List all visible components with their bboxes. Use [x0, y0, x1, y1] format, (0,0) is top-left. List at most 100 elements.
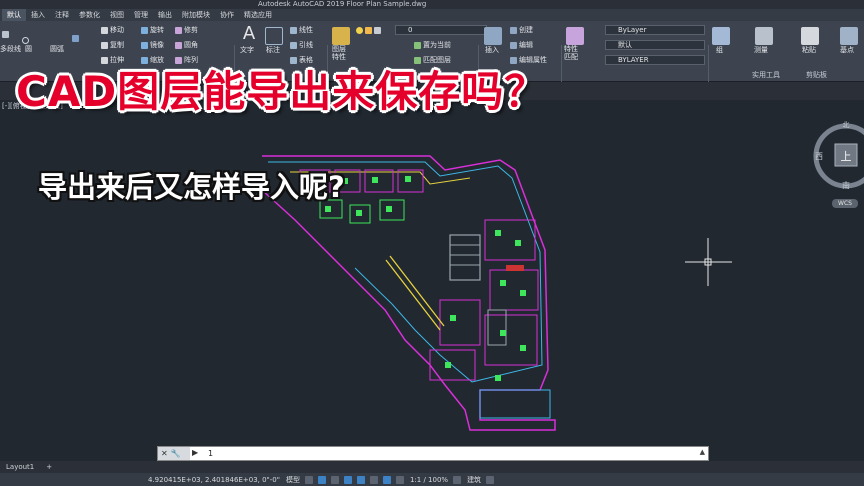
tab-7[interactable]: 附加模块 — [177, 9, 215, 21]
utilities-panel-title[interactable]: 实用工具 — [752, 70, 780, 80]
furniture — [495, 375, 501, 381]
trim-button[interactable]: 修剪 — [175, 25, 198, 35]
furniture — [520, 290, 526, 296]
command-line-controls: ✕ 🔧 — [158, 447, 190, 460]
ortho-icon[interactable] — [330, 475, 339, 484]
gear-icon[interactable] — [453, 475, 462, 484]
make-current-button[interactable]: 置为当前 — [414, 40, 451, 50]
measure-button[interactable]: 测量 — [754, 45, 768, 55]
tab-0[interactable]: 默认 — [2, 9, 26, 21]
furniture — [500, 280, 506, 286]
measure-icon — [755, 27, 773, 45]
mirror-icon — [141, 41, 148, 49]
make-current-icon — [414, 41, 421, 49]
edit-block-button[interactable]: 编辑 — [510, 40, 533, 50]
room — [364, 169, 394, 193]
furniture — [500, 330, 506, 336]
furniture — [445, 362, 451, 368]
furniture — [386, 206, 392, 212]
model-space-button[interactable]: 模型 — [286, 475, 300, 485]
osnap-icon[interactable] — [356, 475, 365, 484]
tab-6[interactable]: 输出 — [153, 9, 177, 21]
insert-button[interactable]: 插入 — [485, 45, 499, 55]
base-point-icon — [840, 27, 858, 45]
linear-icon — [290, 26, 297, 34]
mirror-button[interactable]: 镜像 — [141, 40, 164, 50]
dimension-icon — [265, 27, 283, 45]
command-line: ✕ 🔧 ▶ ▲ — [157, 446, 709, 461]
polyline-button[interactable] — [2, 29, 9, 39]
close-icon[interactable]: ✕ — [161, 449, 168, 458]
tab-9[interactable]: 精选应用 — [239, 9, 277, 21]
tab-2[interactable]: 注释 — [50, 9, 74, 21]
draw-tool-icons[interactable] — [72, 33, 79, 43]
layer-properties-icon — [332, 27, 350, 45]
room — [479, 389, 551, 419]
create-icon — [510, 26, 517, 34]
wrench-icon[interactable]: 🔧 — [171, 449, 181, 458]
room — [484, 314, 538, 366]
furniture — [405, 176, 411, 182]
create-block-button[interactable]: 创建 — [510, 25, 533, 35]
text-icon: A — [242, 23, 256, 44]
color-dropdown[interactable]: ByLayer — [605, 25, 705, 35]
title-bar: Autodesk AutoCAD 2019 Floor Plan Sample.… — [0, 0, 864, 9]
viewcube[interactable]: 上 北 西 南 — [811, 118, 864, 194]
app-title: Autodesk AutoCAD 2019 Floor Plan Sample.… — [258, 0, 427, 8]
fillet-button[interactable]: 圆角 — [175, 40, 198, 50]
room — [489, 269, 539, 311]
circle-label[interactable]: 圆 — [25, 44, 32, 54]
chevron-up-icon[interactable]: ▲ — [700, 448, 705, 456]
linetype-dropdown[interactable]: 默认 — [605, 40, 705, 50]
lock-icon — [374, 26, 381, 34]
wcs-badge[interactable]: WCS — [832, 199, 858, 208]
drawing-viewport[interactable]: [-][俯视][二维线框] — [0, 100, 864, 446]
base-point-button[interactable]: 基点 — [840, 45, 854, 55]
room — [484, 219, 536, 261]
rotate-button[interactable]: 旋转 — [141, 25, 164, 35]
tab-8[interactable]: 协作 — [215, 9, 239, 21]
tab-5[interactable]: 管理 — [129, 9, 153, 21]
layout-tab[interactable]: Layout1 — [0, 461, 40, 473]
tab-3[interactable]: 参数化 — [74, 9, 105, 21]
command-input[interactable] — [208, 447, 688, 460]
lineweight-dropdown[interactable]: BYLAYER — [605, 55, 705, 65]
autoscale-icon[interactable] — [395, 475, 404, 484]
polyline-label[interactable]: 多段线 — [0, 44, 21, 54]
annotation-visibility-icon[interactable] — [382, 475, 391, 484]
annotation-scale-button[interactable]: 1:1 / 100% — [410, 476, 448, 484]
add-layout-button[interactable]: + — [40, 461, 58, 473]
trim-icon — [175, 26, 182, 34]
text-button[interactable]: 文字 — [240, 45, 254, 55]
arc-label[interactable]: 圆弧 — [50, 44, 64, 54]
viewcube-west-label: 西 — [815, 152, 823, 161]
lineweight-icon[interactable] — [369, 475, 378, 484]
viewcube-top-label: 上 — [841, 150, 852, 163]
furniture — [515, 240, 521, 246]
clipboard-panel-title[interactable]: 剪贴板 — [806, 70, 827, 80]
dimension-button[interactable]: 标注 — [266, 45, 280, 55]
customize-icon[interactable] — [486, 475, 495, 484]
status-bar: 4.920415E+03, 2.401846E+03, 0"-0" 模型 1:1… — [0, 473, 864, 486]
group-icon — [712, 27, 730, 45]
move-icon — [101, 26, 108, 34]
grid-icon[interactable] — [304, 475, 313, 484]
linear-button[interactable]: 线性 — [290, 25, 313, 35]
layer-state-icons[interactable] — [356, 25, 381, 35]
subheadline-overlay: 导出来后又怎样导入呢? — [38, 170, 345, 204]
tab-1[interactable]: 插入 — [26, 9, 50, 21]
snap-icon[interactable] — [317, 475, 326, 484]
leader-button[interactable]: 引线 — [290, 40, 313, 50]
tab-4[interactable]: 视图 — [105, 9, 129, 21]
group-button[interactable]: 组 — [716, 45, 723, 55]
paste-button[interactable]: 粘贴 — [802, 45, 816, 55]
workspace-button[interactable]: 建筑 — [467, 475, 481, 485]
match-properties-button[interactable]: 特性 匹配 — [564, 45, 578, 61]
polar-icon[interactable] — [343, 475, 352, 484]
move-button[interactable]: 移动 — [101, 25, 124, 35]
layer-dropdown[interactable]: 0 — [395, 25, 487, 35]
insert-icon — [484, 27, 502, 45]
copy-button[interactable]: 复制 — [101, 40, 124, 50]
corridor — [385, 259, 441, 331]
polyline-icon — [2, 30, 9, 38]
